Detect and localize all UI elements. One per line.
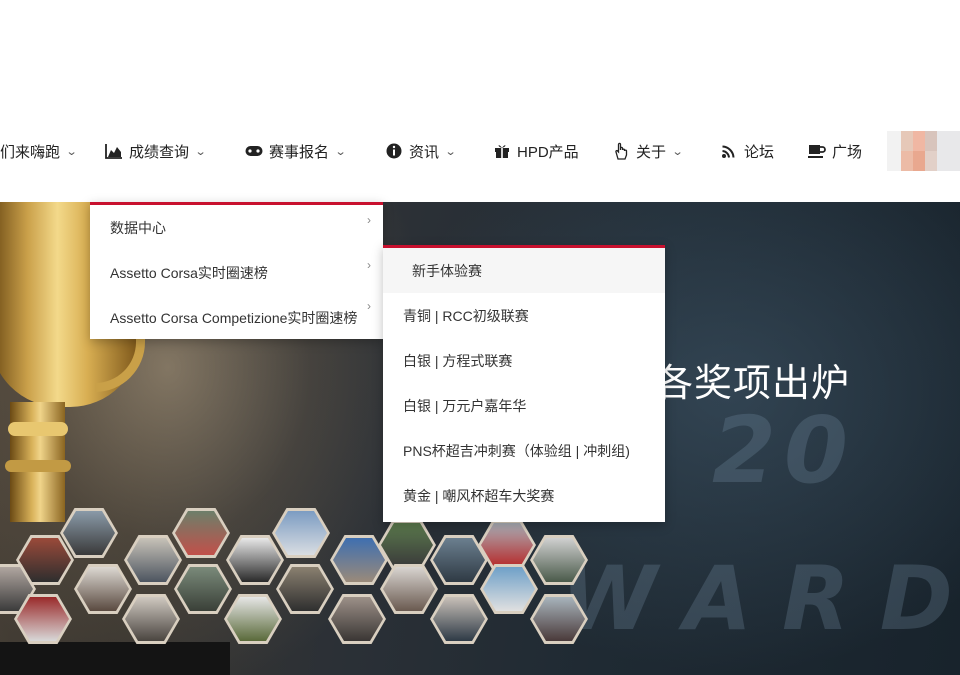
submenu-item-newbie[interactable]: 新手体验赛 bbox=[383, 248, 665, 293]
nav-item-about[interactable]: 关于 ⌄ bbox=[612, 126, 684, 176]
nav-item-label: 赛事报名 bbox=[269, 143, 330, 161]
nav-item-registration[interactable]: 赛事报名 ⌄ bbox=[245, 126, 347, 176]
wifi-signal-icon bbox=[720, 142, 738, 160]
nav-item-label: 关于 bbox=[636, 143, 667, 161]
submenu-item-pns-cup[interactable]: PNS杯超吉冲刺赛（体验组 | 冲刺组) bbox=[383, 428, 665, 473]
submenu-item-bronze[interactable]: 青铜 | RCC初级联赛 bbox=[383, 293, 665, 338]
hand-pointer-icon bbox=[612, 142, 630, 160]
nav-item-label: 们来嗨跑 bbox=[0, 143, 61, 161]
menu-item-acc-leaderboard[interactable]: Assetto Corsa Competizione实时圈速榜 › bbox=[90, 295, 383, 340]
submenu-item-label: 黄金 | 嘲风杯超车大奖赛 bbox=[403, 487, 555, 504]
watermark-award: WARD bbox=[560, 547, 960, 650]
chevron-down-icon: ⌄ bbox=[65, 145, 78, 158]
user-avatar[interactable] bbox=[887, 131, 960, 171]
nav-item-hpd-products[interactable]: HPD产品 bbox=[493, 126, 579, 176]
menu-item-label: Assetto Corsa实时圈速榜 bbox=[110, 264, 268, 281]
results-dropdown-menu: 数据中心 › Assetto Corsa实时圈速榜 › Assetto Cors… bbox=[90, 202, 383, 339]
submenu-item-label: PNS杯超吉冲刺赛（体验组 | 冲刺组) bbox=[403, 442, 630, 459]
chevron-down-icon: ⌄ bbox=[194, 145, 207, 158]
chevron-right-icon: › bbox=[367, 299, 371, 313]
chevron-down-icon: ⌄ bbox=[444, 145, 457, 158]
submenu-item-label: 新手体验赛 bbox=[412, 262, 482, 279]
site-header: 们来嗨跑 ⌄ 成绩查询 ⌄ 赛事报名 ⌄ 资讯 ⌄ HPD产品 关于 ⌄ 论坛 … bbox=[0, 0, 960, 202]
nav-item-label: HPD产品 bbox=[517, 143, 579, 161]
gift-icon bbox=[493, 142, 511, 160]
ac-leaderboard-submenu: 新手体验赛 青铜 | RCC初级联赛 白银 | 方程式联赛 白银 | 万元户嘉年… bbox=[383, 245, 665, 522]
submenu-item-silver-carnival[interactable]: 白银 | 万元户嘉年华 bbox=[383, 383, 665, 428]
nav-item-forum[interactable]: 论坛 bbox=[720, 126, 774, 176]
nav-item-results[interactable]: 成绩查询 ⌄ bbox=[105, 126, 207, 176]
submenu-item-label: 白银 | 方程式联赛 bbox=[403, 352, 513, 369]
nav-item-label: 成绩查询 bbox=[129, 143, 190, 161]
nav-item-plaza[interactable]: 广场 bbox=[808, 126, 862, 176]
chevron-down-icon: ⌄ bbox=[334, 145, 347, 158]
coffee-cup-icon bbox=[808, 142, 826, 160]
nav-item-1[interactable]: 们来嗨跑 ⌄ bbox=[0, 126, 78, 176]
submenu-item-silver-formula[interactable]: 白银 | 方程式联赛 bbox=[383, 338, 665, 383]
nav-item-news[interactable]: 资讯 ⌄ bbox=[385, 126, 457, 176]
hero-title: 各奖项出炉 bbox=[655, 363, 851, 405]
gamepad-icon bbox=[245, 142, 263, 160]
menu-item-ac-leaderboard[interactable]: Assetto Corsa实时圈速榜 › bbox=[90, 250, 383, 295]
nav-item-label: 资讯 bbox=[409, 143, 440, 161]
submenu-item-label: 青铜 | RCC初级联赛 bbox=[403, 307, 529, 324]
submenu-item-label: 白银 | 万元户嘉年华 bbox=[403, 397, 527, 414]
nav-item-label: 论坛 bbox=[744, 143, 775, 161]
menu-item-label: 数据中心 bbox=[110, 219, 166, 236]
area-chart-icon bbox=[105, 142, 123, 160]
trophy-base bbox=[0, 642, 230, 675]
submenu-item-gold-overtake[interactable]: 黄金 | 嘲风杯超车大奖赛 bbox=[383, 473, 665, 518]
watermark-year: 20 bbox=[712, 397, 857, 504]
info-circle-icon bbox=[385, 142, 403, 160]
chevron-down-icon: ⌄ bbox=[671, 145, 684, 158]
menu-item-label: Assetto Corsa Competizione实时圈速榜 bbox=[110, 309, 358, 326]
chevron-right-icon: › bbox=[367, 213, 371, 227]
chevron-right-icon: › bbox=[367, 258, 371, 272]
main-nav: 们来嗨跑 ⌄ 成绩查询 ⌄ 赛事报名 ⌄ 资讯 ⌄ HPD产品 关于 ⌄ 论坛 … bbox=[0, 126, 960, 176]
nav-item-label: 广场 bbox=[832, 143, 863, 161]
menu-item-data-center[interactable]: 数据中心 › bbox=[90, 205, 383, 250]
